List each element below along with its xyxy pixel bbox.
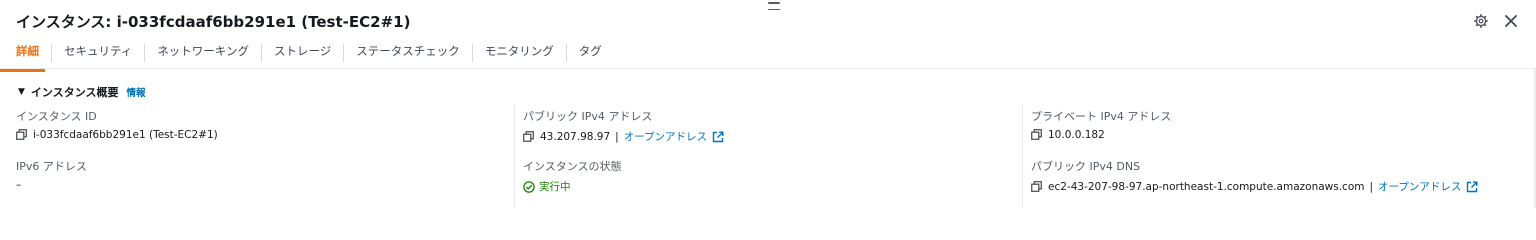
field-value: i-033fcdaaf6bb291e1 (Test-EC2#1) <box>16 129 218 141</box>
tab-status-checks[interactable]: ステータスチェック <box>344 38 472 68</box>
field-label: インスタンスの状態 <box>523 160 622 173</box>
public-ipv4-field: パブリック IPv4 アドレス 43.207.98.97 | オープンアドレス <box>523 108 724 144</box>
field-value: ec2-43-207-98-97.ap-northeast-1.compute.… <box>1031 179 1478 194</box>
field-label: パブリック IPv4 DNS <box>1031 160 1141 173</box>
ipv6-value: – <box>16 179 22 191</box>
status-badge: 実行中 <box>523 179 571 194</box>
instance-detail-panel: インスタンス: i-033fcdaaf6bb291e1 (Test-EC2#1) <box>0 0 1536 208</box>
copy-icon[interactable] <box>1031 180 1043 193</box>
ipv6-field: IPv6 アドレス – <box>16 158 87 191</box>
copy-icon[interactable] <box>16 129 28 141</box>
tab-storage[interactable]: ストレージ <box>262 38 343 68</box>
tab-security[interactable]: セキュリティ <box>52 38 144 68</box>
tab-tags[interactable]: タグ <box>567 38 614 68</box>
instance-id-value: i-033fcdaaf6bb291e1 (Test-EC2#1) <box>33 129 218 141</box>
caret-down-icon[interactable]: ▼ <box>18 87 25 97</box>
private-ipv4-value: 10.0.0.182 <box>1048 129 1105 141</box>
close-icon <box>1505 15 1517 27</box>
field-label: パブリック IPv4 アドレス <box>523 110 653 123</box>
check-circle-icon <box>523 180 535 193</box>
tab-bar: 詳細 セキュリティ ネットワーキング ストレージ ステータスチェック モニタリン… <box>0 38 1536 72</box>
page-title: インスタンス: i-033fcdaaf6bb291e1 (Test-EC2#1) <box>16 12 411 31</box>
field-label: プライベート IPv4 アドレス <box>1031 110 1172 123</box>
section-title: インスタンス概要 <box>30 86 119 99</box>
header-actions <box>1472 12 1520 30</box>
close-button[interactable] <box>1502 12 1520 30</box>
summary-column-2: パブリック IPv4 アドレス 43.207.98.97 | オープンアドレス … <box>514 104 1022 208</box>
value-separator: | <box>615 130 619 143</box>
section-header[interactable]: ▼ インスタンス概要 情報 <box>18 84 146 100</box>
field-value: 実行中 <box>523 179 622 194</box>
tab-networking[interactable]: ネットワーキング <box>145 38 261 68</box>
field-label: インスタンス ID <box>16 110 97 123</box>
open-address-link[interactable]: オープンアドレス <box>1378 179 1461 194</box>
field-value: 43.207.98.97 | オープンアドレス <box>523 129 724 144</box>
external-link-icon[interactable] <box>1466 181 1478 193</box>
field-label: IPv6 アドレス <box>16 160 87 173</box>
instance-id-field: インスタンス ID i-033fcdaaf6bb291e1 (Test-EC2#… <box>16 108 218 141</box>
open-address-link[interactable]: オープンアドレス <box>624 129 707 144</box>
instance-state-field: インスタンスの状態 実行中 <box>523 158 622 194</box>
public-dns-value: ec2-43-207-98-97.ap-northeast-1.compute.… <box>1048 180 1365 193</box>
field-value: 10.0.0.182 <box>1031 129 1171 141</box>
info-link[interactable]: 情報 <box>126 85 145 99</box>
summary-column-1: インスタンス ID i-033fcdaaf6bb291e1 (Test-EC2#… <box>16 104 514 208</box>
tab-monitoring[interactable]: モニタリング <box>473 38 566 68</box>
external-link-icon[interactable] <box>712 131 724 143</box>
gear-icon <box>1474 14 1488 28</box>
settings-button[interactable] <box>1472 12 1490 30</box>
public-dns-field: パブリック IPv4 DNS ec2-43-207-98-97.ap-north… <box>1031 158 1478 194</box>
private-ipv4-field: プライベート IPv4 アドレス 10.0.0.182 <box>1031 108 1171 141</box>
copy-icon[interactable] <box>1031 129 1043 141</box>
summary-column-3: プライベート IPv4 アドレス 10.0.0.182 パブリック IPv4 D… <box>1022 104 1536 208</box>
panel-header: インスタンス: i-033fcdaaf6bb291e1 (Test-EC2#1) <box>16 8 1520 34</box>
public-ipv4-value: 43.207.98.97 <box>540 130 611 143</box>
instance-state-value: 実行中 <box>539 181 571 193</box>
value-separator: | <box>1369 180 1374 193</box>
tab-details[interactable]: 詳細 <box>0 38 51 72</box>
summary-grid: インスタンス ID i-033fcdaaf6bb291e1 (Test-EC2#… <box>0 104 1536 208</box>
field-value: – <box>16 179 87 191</box>
copy-icon[interactable] <box>523 130 535 143</box>
